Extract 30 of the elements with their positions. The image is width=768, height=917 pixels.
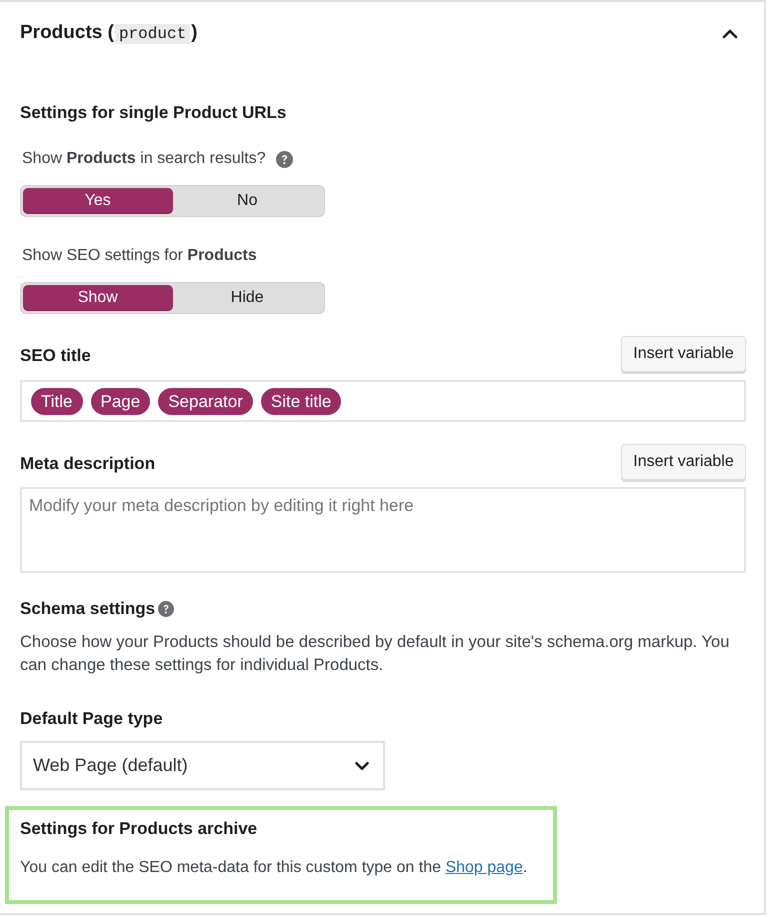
section-heading: Schema settings (20, 598, 156, 620)
panel-title: Products ( product ) (20, 21, 198, 46)
help-icon[interactable] (158, 601, 174, 617)
segmented-toggle[interactable]: Show Hide (20, 282, 325, 314)
variable-tag[interactable]: Separator (158, 388, 253, 414)
insert-variable-button[interactable]: Insert variable (621, 444, 746, 480)
section-heading: Settings for Products archive (20, 818, 258, 840)
field-label: Default Page type (20, 708, 164, 730)
toggle-option[interactable]: Show (23, 285, 172, 311)
shop-page-link[interactable]: Shop page (445, 859, 523, 876)
segmented-toggle[interactable]: Yes No (20, 185, 325, 217)
meta-description-field[interactable]: Modify your meta description by editing it right here (20, 487, 746, 573)
field-label: SEO title (20, 345, 91, 367)
toggle-label: Show Products in search results? (22, 149, 266, 169)
field-label: Meta description (20, 453, 156, 475)
archive-description: You can edit the SEO meta-data for this custom type on the Shop page. (20, 858, 528, 878)
variable-tag[interactable]: Page (90, 388, 150, 414)
insert-variable-button[interactable]: Insert variable (621, 336, 746, 372)
variable-tag[interactable]: Title (31, 388, 82, 414)
toggle-option[interactable]: No (172, 188, 322, 214)
page-type-select[interactable]: Web Page (default) (20, 741, 385, 790)
toggle-label: Show SEO settings for Products (22, 246, 257, 266)
section-heading: Settings for single Product URLs (20, 102, 288, 124)
schema-description: Choose how your Products should be described by default in your site's schema.org markup. You can change these settings for individual Products. (20, 632, 730, 676)
toggle-option[interactable]: Yes (23, 188, 172, 214)
help-icon[interactable] (276, 150, 293, 168)
seo-title-field[interactable]: Title Page Separator Site title (20, 380, 746, 422)
toggle-option[interactable]: Hide (172, 285, 322, 311)
variable-tag[interactable]: Site title (260, 388, 342, 414)
post-type-code: product (114, 24, 190, 44)
